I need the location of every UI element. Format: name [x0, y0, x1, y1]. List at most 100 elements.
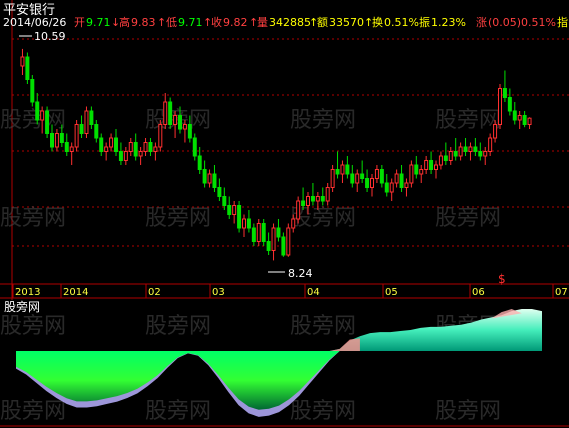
- candle: [468, 142, 473, 161]
- candle-body: [163, 101, 168, 125]
- watermark-text: 股旁网: [290, 314, 356, 339]
- quote-amplitude-label: 振: [419, 15, 430, 29]
- candle-body: [128, 142, 133, 152]
- event-marker[interactable]: $: [498, 272, 506, 286]
- candle-body: [325, 187, 330, 202]
- candle: [473, 138, 478, 156]
- candle-body: [483, 151, 488, 157]
- candle: [281, 232, 286, 257]
- candle: [153, 142, 158, 161]
- candle: [404, 178, 409, 197]
- candle-body: [488, 137, 493, 152]
- candle: [310, 183, 315, 206]
- quote-amplitude: 1.23%: [431, 16, 466, 29]
- quote-volume: 342885: [269, 16, 311, 29]
- quote-date: 2014/06/26: [3, 16, 66, 29]
- watermark-text: 股旁网: [0, 108, 66, 133]
- candle-body: [286, 227, 291, 256]
- candle-body: [355, 173, 360, 184]
- quote-change-pct: 0.51%: [521, 16, 556, 29]
- quote-bar: 2014/06/26 开 9.71 ↓ 高 9.83 ↑ 低 9.71 ↑ 收 …: [3, 15, 568, 29]
- candle-body: [256, 223, 261, 242]
- candle-body: [178, 115, 182, 130]
- candle: [168, 97, 173, 129]
- candle-body: [40, 110, 45, 121]
- candle: [79, 115, 84, 138]
- x-tick-label: 2014: [63, 287, 88, 298]
- candle: [84, 106, 89, 138]
- candle: [207, 169, 212, 188]
- quote-close-label: 收: [211, 15, 222, 29]
- x-tick-label: 07: [555, 287, 568, 298]
- candle-body: [232, 205, 237, 215]
- candle: [237, 201, 242, 233]
- candle: [99, 133, 104, 156]
- candle: [217, 178, 222, 201]
- candle-body: [306, 196, 310, 206]
- candle-body: [118, 151, 123, 161]
- candle-body: [379, 169, 384, 184]
- candle: [192, 133, 197, 161]
- candle-body: [498, 88, 502, 125]
- candle-body: [84, 110, 89, 134]
- quote-high-label: 高: [119, 15, 130, 29]
- watermark-text: 股旁网: [0, 314, 66, 339]
- candle-body: [79, 124, 84, 134]
- candle: [448, 147, 453, 165]
- candle: [143, 138, 148, 156]
- candle: [394, 169, 399, 188]
- up-arrow-icon: ↑: [157, 16, 166, 29]
- candle: [340, 160, 345, 183]
- candle-body: [69, 146, 74, 152]
- candle: [128, 138, 133, 156]
- candle-body: [345, 164, 350, 175]
- watermark-text: 股旁网: [145, 399, 211, 424]
- candle: [463, 138, 468, 156]
- watermark-text: 股旁网: [0, 206, 66, 231]
- watermark-text: 股旁网: [290, 399, 356, 424]
- candle-body: [434, 164, 438, 170]
- x-tick-label: 2013: [15, 287, 40, 298]
- candle-body: [493, 124, 498, 139]
- candle-body: [473, 146, 478, 152]
- candle: [384, 174, 389, 197]
- candle-body: [315, 196, 320, 202]
- candle: [266, 232, 271, 255]
- chart-canvas[interactable]: 2013 2014 02 03 04 05 06 07 股旁网 股旁网 股旁网股旁网 股旁网 股旁网股…: [0, 0, 569, 428]
- candle-body: [335, 169, 340, 175]
- watermark-text: 股旁网: [435, 399, 501, 424]
- candle: [261, 219, 266, 246]
- candle: [502, 70, 507, 102]
- quote-close: 9.82: [223, 16, 248, 29]
- quote-low-label: 低: [166, 16, 177, 29]
- candle: [133, 133, 138, 161]
- candle: [123, 147, 128, 165]
- candle: [148, 138, 153, 156]
- candle-body: [414, 164, 419, 175]
- high-marker: 10.59: [19, 30, 66, 43]
- x-tick-label: 05: [385, 287, 398, 298]
- candle-body: [123, 151, 128, 161]
- candle: [429, 151, 434, 174]
- candle-body: [202, 169, 207, 184]
- candle-body: [133, 142, 138, 157]
- candle: [276, 219, 281, 242]
- candle-body: [143, 142, 148, 152]
- candle-body: [429, 160, 434, 170]
- candle: [271, 223, 276, 261]
- x-axis: 2013 2014 02 03 04 05 06 07: [12, 284, 568, 298]
- candle: [104, 142, 109, 161]
- candle: [370, 174, 374, 197]
- candle: [414, 156, 419, 179]
- candle-body: [374, 169, 379, 179]
- candle-body: [478, 151, 483, 157]
- candle: [517, 111, 522, 129]
- candle-body: [468, 146, 473, 152]
- candle-body: [207, 173, 212, 184]
- candle-body: [173, 115, 178, 125]
- candle-body: [281, 236, 286, 256]
- candle-body: [182, 124, 187, 130]
- watermark-text: 股旁网: [145, 314, 211, 339]
- candle-body: [89, 110, 94, 125]
- candle-body: [246, 218, 251, 229]
